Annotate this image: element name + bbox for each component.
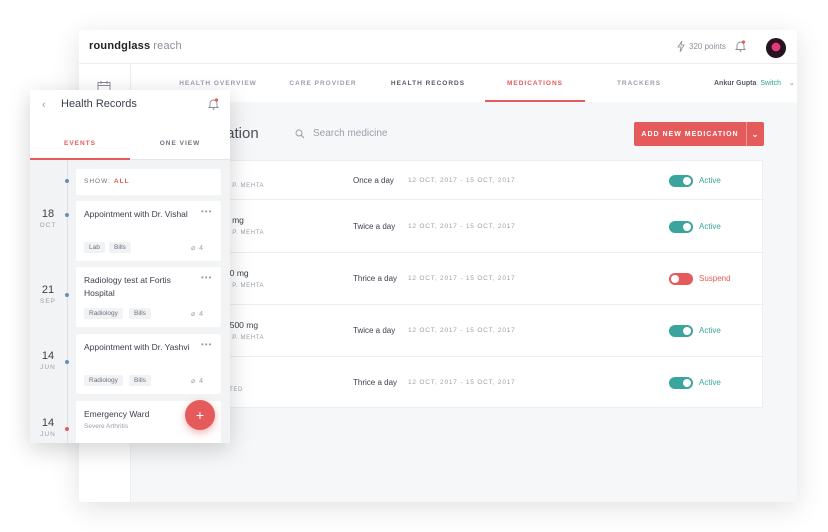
table-row[interactable]: H P. MEHTA Once a day 12 OCT, 2017 - 15 … [225,161,764,200]
timeline-dot [65,179,69,183]
frequency: Twice a day [353,326,396,335]
search-input[interactable]: Search medicine [313,128,387,139]
timeline-dot [65,427,69,431]
timeline-line [67,160,68,443]
show-label: SHOW: [84,178,111,185]
tab-care-provider[interactable]: CARE PROVIDER [278,64,368,102]
table-row[interactable]: t 500 mg H P. MEHTA Twice a day 12 OCT, … [225,305,764,357]
status-toggle[interactable] [669,273,693,285]
main-nav: HEALTH OVERVIEW CARE PROVIDER HEALTH REC… [131,64,797,102]
tab-medications[interactable]: MEDICATIONS [485,64,585,102]
mobile-tabs: EVENTS ONE VIEW [30,124,230,160]
event-date: 18 OCT [39,208,57,229]
date-range: 12 OCT, 2017 - 15 OCT, 2017 [408,223,516,230]
brand-logo[interactable]: roundglass reach [89,40,182,52]
timeline-dot [65,213,69,217]
date-range: 12 OCT, 2017 - 15 OCT, 2017 [408,327,516,334]
points-indicator[interactable]: 320 points [677,41,726,52]
attachments[interactable]: ⌀ 4 [191,244,203,252]
show-filter[interactable]: SHOW: ALL [76,169,221,195]
mobile-header: ‹ Health Records [30,90,230,124]
event-card[interactable]: Radiology test at Fortis Hospital ••• Ra… [76,267,221,327]
status-label: Active [699,326,721,335]
event-title: Appointment with Dr. Vishal [84,209,188,219]
status-toggle[interactable] [669,325,693,337]
tab-trackers[interactable]: TRACKERS [599,64,679,102]
date-range: 12 OCT, 2017 - 15 OCT, 2017 [408,275,516,282]
doctor-name: H P. MEHTA [225,283,265,289]
event-title: Appointment with Dr. Yashvi [84,342,190,352]
back-icon[interactable]: ‹ [42,99,46,111]
attachments[interactable]: ⌀ 4 [191,377,203,385]
tab-one-view[interactable]: ONE VIEW [130,124,230,160]
frequency: Thrice a day [353,274,398,283]
more-icon[interactable]: ••• [201,340,212,349]
add-event-button[interactable]: + [185,400,215,430]
points-label: 320 points [689,42,726,51]
timeline-dot [65,293,69,297]
status-toggle[interactable] [669,175,693,187]
event-title: Radiology test at Fortis Hospital [84,275,171,298]
status-label: Active [699,176,721,185]
add-new-medication-button[interactable]: ADD NEW MEDICATION ⌄ [634,122,764,146]
medications-header: dication Search medicine ADD NEW MEDICAT… [131,102,797,158]
doctor-name: H P. MEHTA [225,335,265,341]
status-label: Active [699,378,721,387]
more-icon[interactable]: ••• [201,207,212,216]
status-label: Active [699,222,721,231]
frequency: Once a day [353,176,394,185]
frequency: Thrice a day [353,378,398,387]
status-toggle[interactable] [669,221,693,233]
chevron-down-icon: ⌄ [788,80,795,87]
show-value[interactable]: ALL [114,178,130,185]
doctor-name: H P. MEHTA [225,230,265,236]
event-title: Emergency Ward [84,409,150,419]
tab-health-records[interactable]: HEALTH RECORDS [383,64,473,102]
more-icon[interactable]: ••• [201,273,212,282]
medications-table: H P. MEHTA Once a day 12 OCT, 2017 - 15 … [224,160,764,409]
event-date: 14 JUN [40,350,56,371]
add-button-label: ADD NEW MEDICATION [641,130,739,138]
bell-icon[interactable] [735,40,746,52]
search-icon [295,129,305,138]
event-subtitle: Severe Arthritis [84,423,129,430]
user-switcher[interactable]: Ankur Gupta Switch ⌄ [714,64,795,102]
bell-icon[interactable] [208,98,219,110]
search-box[interactable]: Search medicine [295,128,387,139]
event-tag: Bills [109,242,131,253]
top-bar: roundglass reach 320 points [79,30,797,64]
date-range: 12 OCT, 2017 - 15 OCT, 2017 [408,379,516,386]
paperclip-icon: ⌀ [191,245,196,252]
paperclip-icon: ⌀ [191,378,196,385]
date-range: 12 OCT, 2017 - 15 OCT, 2017 [408,177,516,184]
mobile-health-records: ‹ Health Records EVENTS ONE VIEW 18 OCT 2… [30,90,230,443]
event-date: 21 SEP [39,284,56,305]
event-tag: Radiology [84,375,123,386]
event-tag: Bills [129,308,151,319]
event-card[interactable]: Appointment with Dr. Yashvi ••• Radiolog… [76,334,221,394]
event-tag: Lab [84,242,105,253]
doctor-name: H P. MEHTA [225,183,265,189]
table-row[interactable]: 5 mg H P. MEHTA Twice a day 12 OCT, 2017… [225,200,764,253]
status-toggle[interactable] [669,377,693,389]
chevron-down-icon[interactable]: ⌄ [746,122,764,146]
user-avatar[interactable] [766,38,786,58]
user-name: Ankur Gupta [714,80,757,87]
mobile-title: Health Records [61,98,137,110]
event-tag: Bills [129,375,151,386]
tab-events[interactable]: EVENTS [30,124,130,160]
event-card[interactable]: Appointment with Dr. Vishal ••• Lab Bill… [76,201,221,261]
switch-link[interactable]: Switch [760,80,781,87]
table-row[interactable]: ATED Thrice a day 12 OCT, 2017 - 15 OCT,… [225,357,764,409]
event-tag: Radiology [84,308,123,319]
status-label: Suspend [699,274,731,283]
table-row[interactable]: 50 mg H P. MEHTA Thrice a day 12 OCT, 20… [225,253,764,305]
lightning-icon [677,41,685,52]
frequency: Twice a day [353,222,396,231]
timeline-dot [65,360,69,364]
attachments[interactable]: ⌀ 4 [191,310,203,318]
event-date: 14 JUN [40,417,56,438]
paperclip-icon: ⌀ [191,311,196,318]
